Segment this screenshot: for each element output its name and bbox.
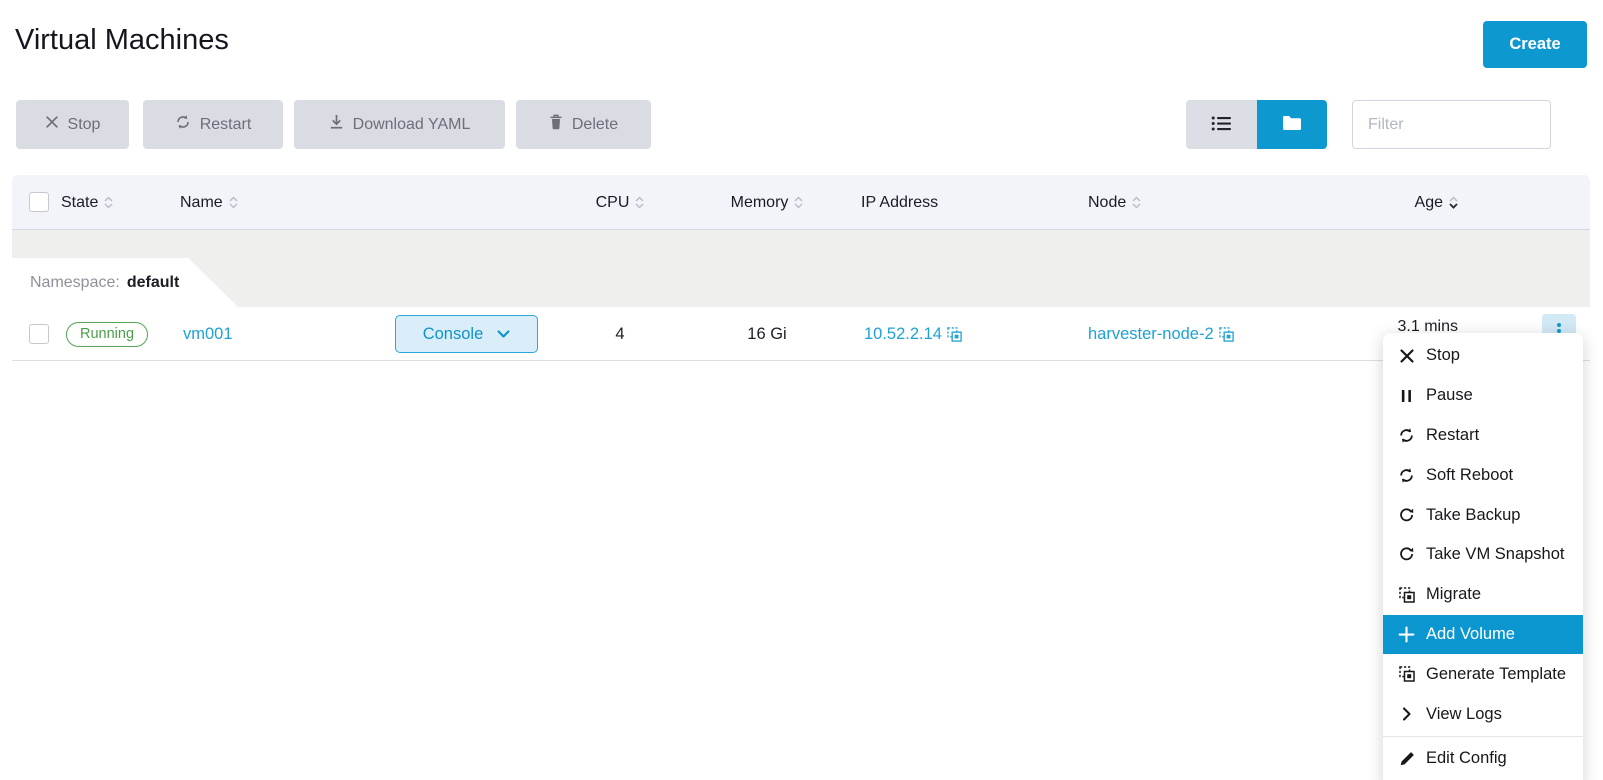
virtual-machines-page: Virtual Machines Create Stop Restart Dow…	[0, 0, 1603, 780]
status-badge: Running	[66, 322, 148, 347]
column-header-name[interactable]: Name	[180, 175, 238, 230]
row-checkbox[interactable]	[29, 324, 49, 344]
memory-cell: 16 Gi	[712, 307, 822, 361]
menu-item-stop[interactable]: Stop	[1383, 336, 1583, 376]
create-button[interactable]: Create	[1483, 21, 1587, 68]
console-button-label: Console	[423, 325, 484, 344]
view-mode-toggle	[1186, 100, 1327, 149]
select-all-checkbox[interactable]	[29, 192, 49, 212]
menu-item-view-logs[interactable]: View Logs	[1383, 694, 1583, 734]
grouped-view-button[interactable]	[1257, 100, 1328, 149]
row-action-menu: Stop Pause Restart Soft Reboot Take Back…	[1383, 333, 1583, 780]
column-header-state[interactable]: State	[61, 175, 113, 230]
name-cell: vm001	[183, 307, 233, 361]
sort-icon	[794, 196, 803, 209]
list-icon	[1211, 115, 1232, 135]
sort-icon-desc	[1449, 196, 1458, 209]
list-view-button[interactable]	[1186, 100, 1257, 149]
namespace-label: Namespace:	[30, 274, 120, 292]
console-dropdown-button[interactable]: Console	[395, 315, 538, 353]
node-link[interactable]: harvester-node-2	[1088, 325, 1214, 344]
sort-icon	[635, 196, 644, 209]
menu-divider	[1383, 736, 1583, 737]
menu-item-generate-template[interactable]: Generate Template	[1383, 654, 1583, 694]
backup-icon	[1396, 507, 1417, 524]
backup-icon	[1396, 546, 1417, 563]
menu-item-restart[interactable]: Restart	[1383, 416, 1583, 456]
vm-name-link[interactable]: vm001	[183, 325, 233, 344]
menu-item-take-vm-snapshot[interactable]: Take VM Snapshot	[1383, 535, 1583, 575]
menu-item-migrate[interactable]: Migrate	[1383, 575, 1583, 615]
download-icon	[329, 114, 344, 135]
menu-item-soft-reboot[interactable]: Soft Reboot	[1383, 455, 1583, 495]
download-yaml-button[interactable]: Download YAML	[294, 100, 505, 149]
refresh-icon	[1396, 427, 1417, 444]
delete-button-label: Delete	[572, 116, 618, 134]
node-cell: harvester-node-2	[1088, 307, 1234, 361]
menu-item-pause[interactable]: Pause	[1383, 376, 1583, 416]
column-header-cpu[interactable]: CPU	[570, 175, 670, 230]
cpu-cell: 4	[570, 307, 670, 361]
refresh-icon	[1396, 467, 1417, 484]
column-header-age[interactable]: Age	[1300, 175, 1458, 230]
page-title: Virtual Machines	[15, 24, 229, 57]
column-header-node[interactable]: Node	[1088, 175, 1141, 230]
plus-icon	[1396, 626, 1417, 643]
download-yaml-button-label: Download YAML	[353, 116, 471, 134]
restart-button-label: Restart	[200, 116, 252, 134]
stop-button-label: Stop	[68, 116, 101, 134]
filter-input[interactable]	[1352, 100, 1551, 149]
sort-icon	[104, 196, 113, 209]
ip-address-link[interactable]: 10.52.2.14	[864, 325, 942, 344]
x-icon	[45, 115, 59, 134]
sort-icon	[1132, 196, 1141, 209]
folder-icon	[1282, 115, 1302, 134]
state-cell: Running	[66, 307, 148, 361]
copy-icon[interactable]	[1219, 327, 1234, 342]
menu-item-edit-config[interactable]: Edit Config	[1383, 739, 1583, 779]
namespace-value: default	[127, 274, 179, 292]
x-icon	[1396, 348, 1417, 364]
group-row-namespace	[12, 230, 1590, 307]
menu-item-take-backup[interactable]: Take Backup	[1383, 495, 1583, 535]
trash-icon	[549, 114, 563, 135]
refresh-icon	[175, 114, 191, 135]
copy-icon[interactable]	[947, 327, 962, 342]
stop-button[interactable]: Stop	[16, 100, 129, 149]
delete-button[interactable]: Delete	[516, 100, 651, 149]
menu-item-add-volume[interactable]: Add Volume	[1383, 615, 1583, 655]
duplicate-icon	[1396, 666, 1417, 682]
ip-cell: 10.52.2.14	[864, 307, 962, 361]
chevron-right-icon	[1396, 707, 1417, 721]
duplicate-icon	[1396, 587, 1417, 603]
sort-icon	[229, 196, 238, 209]
pencil-icon	[1396, 751, 1417, 767]
column-header-memory[interactable]: Memory	[712, 175, 822, 230]
column-header-ip-address: IP Address	[861, 175, 938, 230]
chevron-down-icon	[497, 325, 510, 344]
restart-button[interactable]: Restart	[143, 100, 283, 149]
pause-icon	[1396, 388, 1417, 404]
